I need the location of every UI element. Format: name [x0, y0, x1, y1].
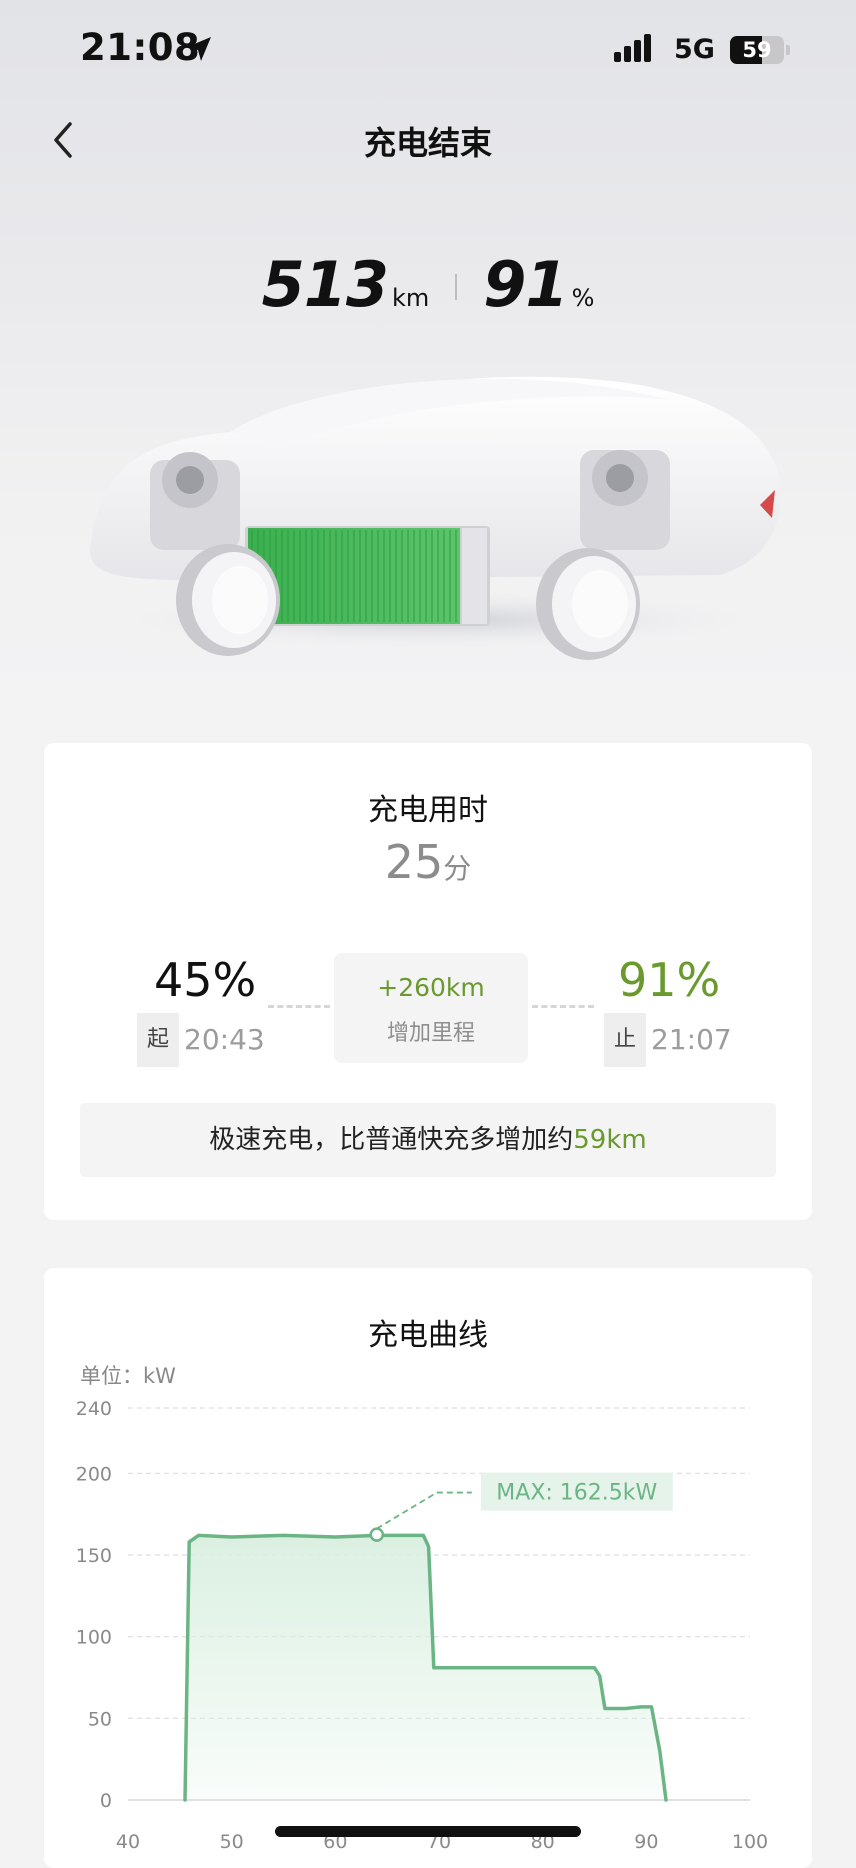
end-soc: 91%	[618, 953, 721, 1007]
dash-right	[532, 1005, 594, 1008]
battery-tip	[786, 45, 790, 55]
y-tick-label: 200	[76, 1463, 112, 1485]
y-tick-label: 0	[100, 1790, 112, 1812]
bonus-text: 极速充电，比普通快充多增加约	[209, 1125, 574, 1155]
end-time: 21:07	[651, 1023, 732, 1056]
summary-divider	[455, 274, 458, 300]
start-tag: 起	[137, 1013, 179, 1067]
y-tick-label: 150	[76, 1545, 112, 1567]
range-value: 513	[261, 248, 389, 321]
x-tick-label: 90	[634, 1831, 658, 1853]
car-chassis-illustration	[90, 376, 781, 660]
location-arrow-icon	[187, 37, 211, 61]
charge-summary: 513 km 91%	[0, 248, 856, 321]
soc-value: 91	[483, 248, 568, 321]
y-tick-label: 100	[76, 1627, 112, 1649]
network-type: 5G	[674, 34, 715, 65]
y-tick-label: 50	[88, 1708, 112, 1730]
battery-percent: 59	[742, 38, 772, 62]
charging-curve-card: 充电曲线 单位：kW 0 50 100 150 200 240 40 50 60 70 80 90 10…	[44, 1268, 812, 1868]
home-indicator[interactable]	[275, 1826, 581, 1837]
duration-value: 25	[384, 835, 444, 889]
range-unit: km	[392, 284, 430, 312]
bonus-highlight: 59km	[573, 1125, 647, 1155]
max-leader-line	[376, 1491, 472, 1530]
duration-unit: 分	[443, 852, 472, 885]
signal-strength-icon	[614, 34, 651, 62]
mileage-gain-value: +260km	[377, 973, 485, 1002]
end-tag: 止	[604, 1013, 646, 1067]
max-label: MAX: 162.5kW	[496, 1481, 657, 1506]
charging-curve-chart: 05010015020024040 50 60 70 80 90 100MAX: 162.5…	[76, 1398, 768, 1853]
status-bar: 21:08 5G 59	[0, 0, 856, 100]
mileage-gain-box: +260km 增加里程	[334, 953, 528, 1063]
fast-charge-bonus: 极速充电，比普通快充多增加约59km	[80, 1103, 776, 1177]
x-tick-label: 50	[220, 1831, 244, 1853]
x-tick-label: 40	[116, 1831, 140, 1853]
start-soc: 45%	[154, 953, 257, 1007]
battery-icon: 59	[730, 36, 784, 64]
max-point-marker	[369, 1527, 385, 1542]
status-time: 21:08	[80, 26, 201, 69]
page-title: 充电结束	[363, 124, 492, 162]
mileage-gain-label: 增加里程	[386, 1021, 475, 1046]
soc-unit: %	[571, 284, 595, 312]
duration-title: 充电用时	[368, 793, 488, 828]
dash-left	[268, 1005, 330, 1008]
x-tick-label: 100	[732, 1831, 768, 1853]
charge-session-card: 充电用时 25分 45% 起 20:43 +260km 增加里程 91% 止 2…	[44, 743, 812, 1220]
duration: 25分	[44, 835, 812, 889]
front-wheel	[176, 544, 280, 656]
y-tick-label: 240	[76, 1398, 112, 1420]
rear-wheel	[536, 548, 640, 660]
start-time: 20:43	[184, 1023, 265, 1056]
